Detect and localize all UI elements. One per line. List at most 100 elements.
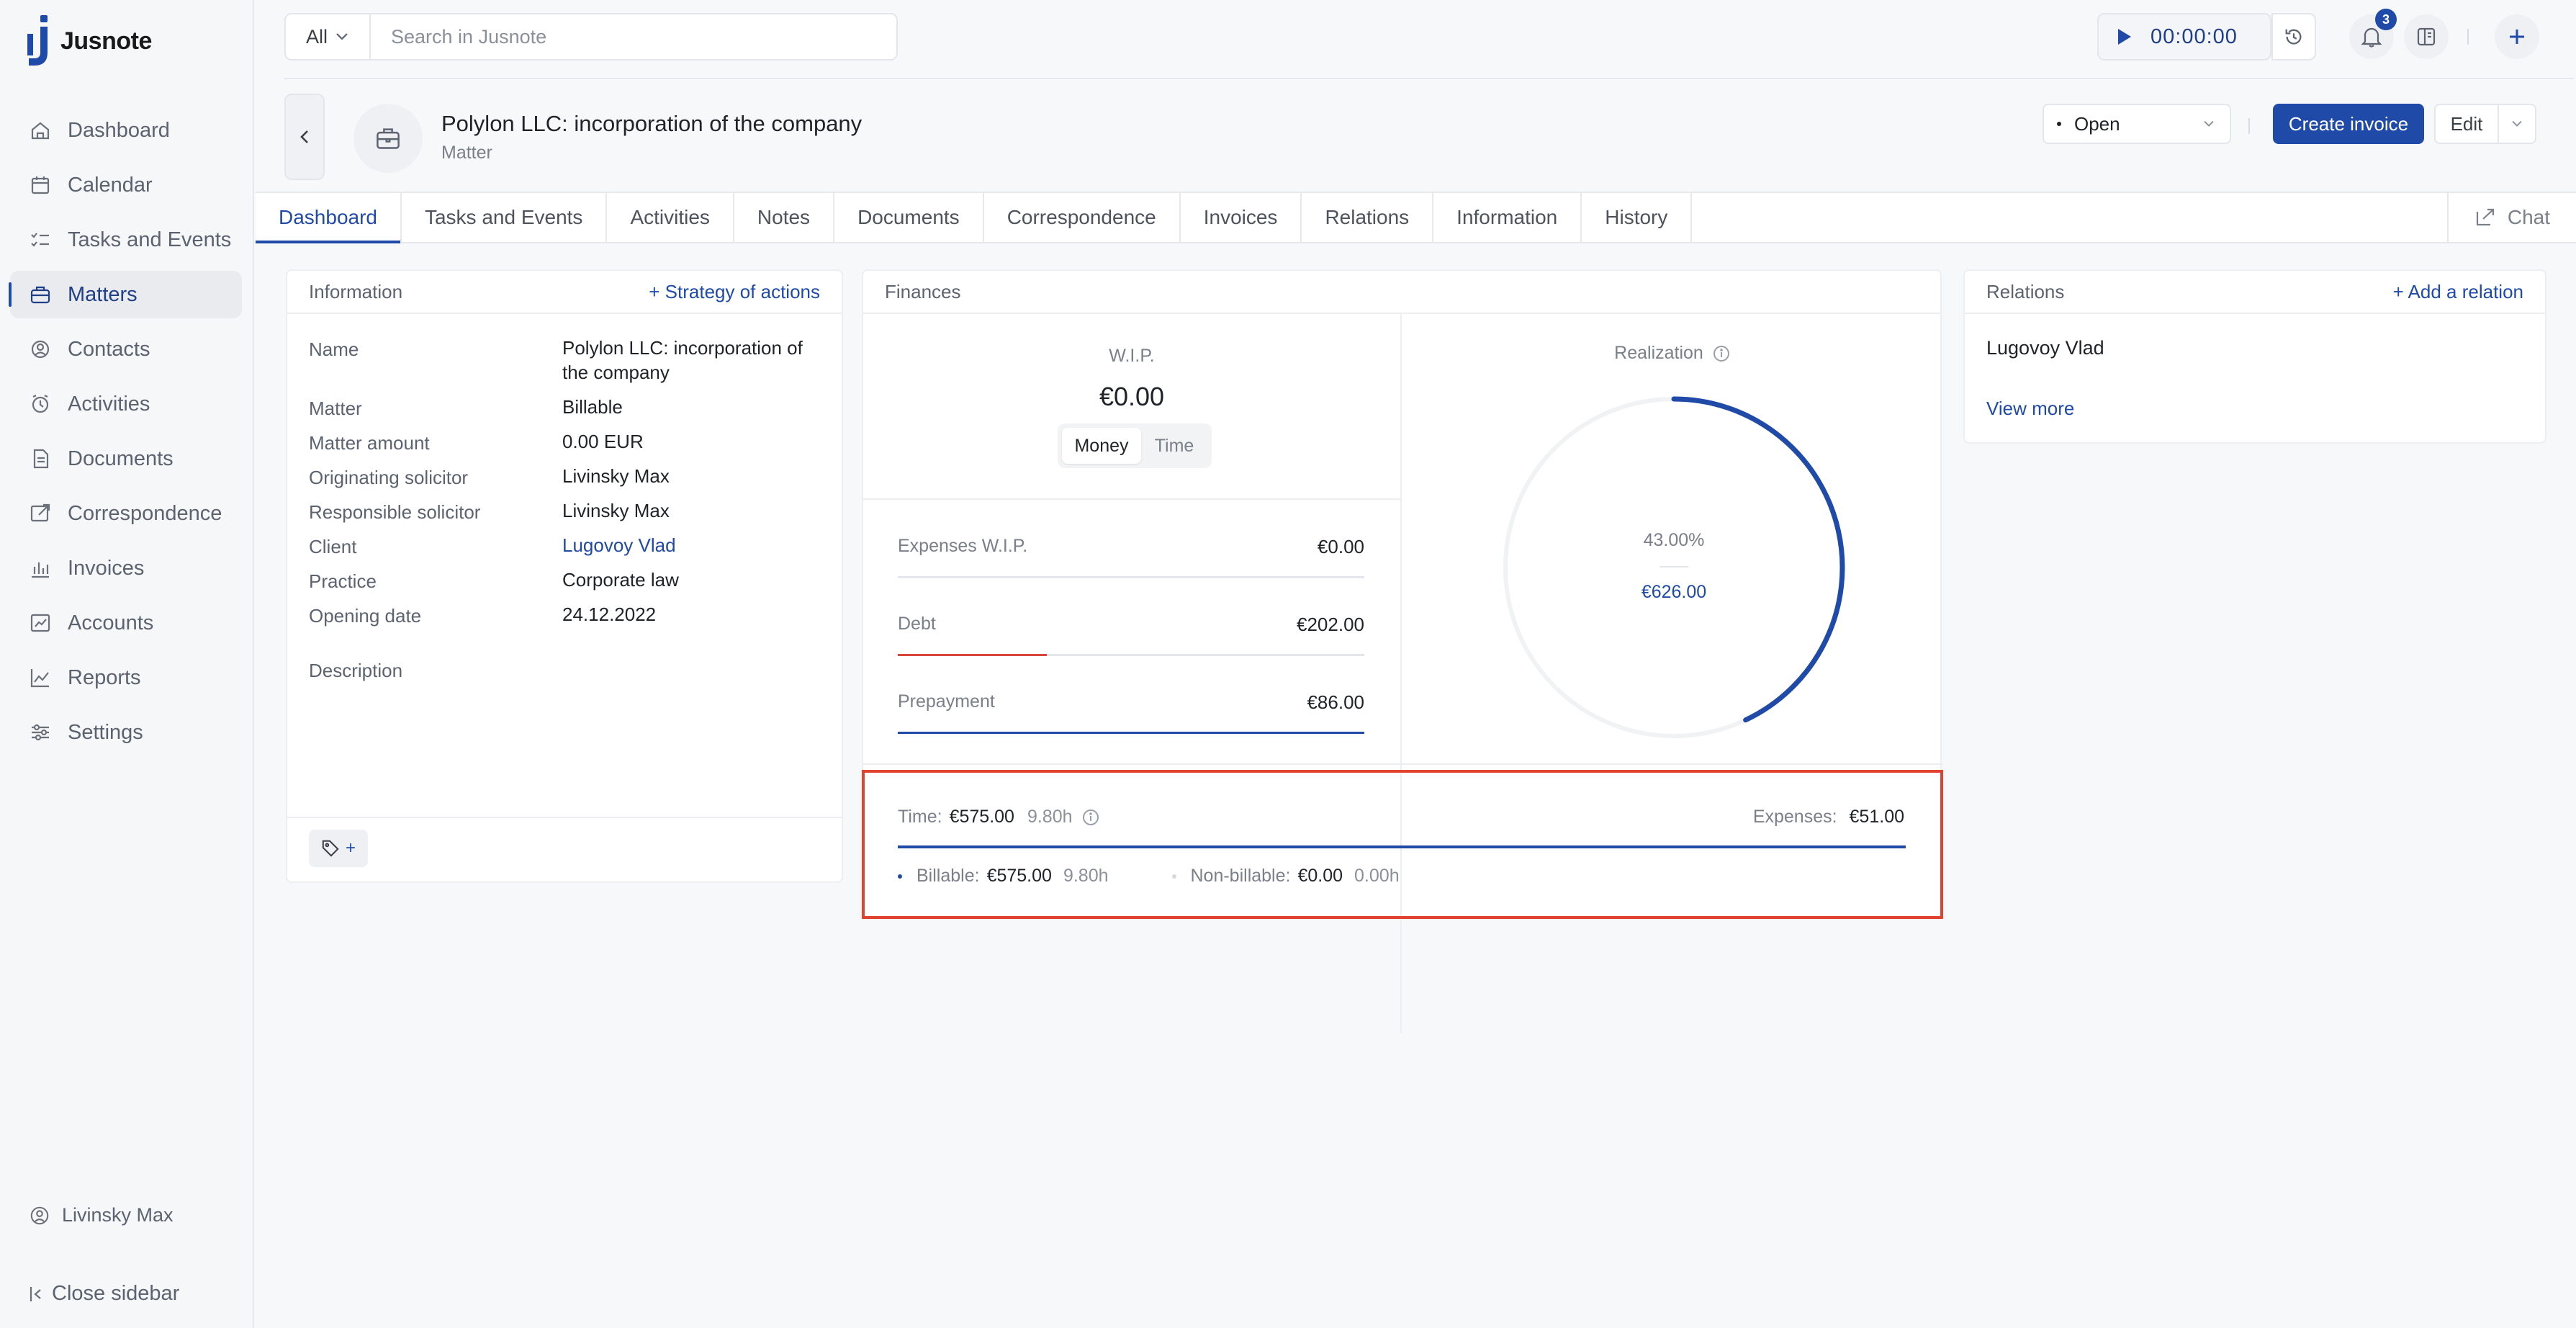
sidebar-item-label: Correspondence (68, 501, 222, 525)
edit-dropdown-button[interactable] (2499, 120, 2535, 128)
matter-tabs: Dashboard Tasks and Events Activities No… (256, 192, 2576, 243)
sidebar-item-correspondence[interactable]: Correspondence (10, 490, 242, 537)
clock-icon (32, 395, 49, 413)
search-scope-value: All (305, 25, 328, 48)
sidebar-item-contacts[interactable]: Contacts (10, 326, 242, 373)
sidebar-item-reports[interactable]: Reports (10, 654, 242, 701)
wip-label: W.I.P. (1109, 346, 1155, 366)
jusnote-logo-icon (27, 15, 48, 66)
tab-relations[interactable]: Relations (1302, 193, 1434, 242)
info-value-client-link[interactable]: Lugovoy Vlad (562, 533, 821, 557)
strategy-of-actions-link[interactable]: + Strategy of actions (649, 281, 820, 303)
matter-avatar (353, 104, 423, 173)
tab-history[interactable]: History (1582, 193, 1693, 242)
sidebar-item-invoices[interactable]: Invoices (10, 544, 242, 592)
notifications-button[interactable]: 3 (2349, 9, 2397, 59)
timer-history-button[interactable] (2271, 13, 2316, 60)
collapse-icon (30, 1286, 41, 1301)
sidebar-item-accounts[interactable]: Accounts (10, 599, 242, 647)
user-name: Livinsky Max (62, 1204, 174, 1226)
sidebar-item-documents[interactable]: Documents (10, 435, 242, 483)
status-dot (2057, 122, 2061, 126)
information-divider (287, 817, 842, 818)
chevron-down-icon (2512, 120, 2522, 127)
debt-label: Debt (898, 614, 936, 634)
sidebar-item-label: Invoices (68, 556, 145, 580)
chevron-down-icon (2204, 120, 2214, 127)
wip-mode-toggle: Money Time (1058, 423, 1212, 468)
prepayment-bar-fill (898, 732, 1364, 734)
side-panel-button[interactable] (2404, 14, 2449, 59)
information-title: Information (309, 280, 403, 302)
sidebar-item-calendar[interactable]: Calendar (10, 161, 242, 209)
expenses-wip-bar (898, 576, 1364, 578)
tab-invoices[interactable]: Invoices (1181, 193, 1302, 242)
info-value-responsible-solicitor: Livinsky Max (562, 500, 670, 521)
back-button[interactable] (284, 94, 325, 180)
information-header: Information + Strategy of actions (287, 271, 842, 314)
document-icon (33, 449, 49, 469)
tab-correspondence[interactable]: Correspondence (984, 193, 1181, 242)
edit-button[interactable]: Edit (2436, 105, 2499, 143)
finance-row-prepayment: Prepayment €86.00 (898, 691, 1364, 720)
sidebar-item-label: Calendar (68, 173, 153, 197)
sidebar-item-matters[interactable]: Matters (9, 271, 242, 318)
info-label-name: Name (309, 338, 359, 360)
sidebar-nav: Dashboard Calendar Tasks and Events Matt… (9, 107, 242, 763)
close-sidebar-button[interactable]: Close sidebar (29, 1282, 179, 1306)
tab-information[interactable]: Information (1433, 193, 1582, 242)
debt-value: €202.00 (1297, 614, 1364, 635)
sidebar-item-settings[interactable]: Settings (10, 709, 242, 756)
tab-activities[interactable]: Activities (607, 193, 734, 242)
view-more-link[interactable]: View more (1986, 398, 2074, 420)
accounts-icon (30, 614, 50, 632)
realization-header: Realization (1402, 343, 1943, 364)
add-tag-button[interactable]: + (309, 830, 368, 867)
timer-widget: 00:00:00 (2097, 13, 2271, 60)
edit-button-group: Edit (2434, 104, 2536, 144)
prepayment-label: Prepayment (898, 691, 995, 712)
relation-item[interactable]: Lugovoy Vlad (1986, 337, 2104, 359)
app-logo[interactable]: Jusnote (26, 14, 152, 68)
plus-icon (2510, 30, 2524, 44)
sidebar: Jusnote Dashboard Calendar Tasks and Eve… (0, 0, 254, 1328)
sidebar-user[interactable]: Livinsky Max (29, 1204, 174, 1226)
status-select[interactable]: Open (2043, 104, 2231, 144)
tab-tasks-and-events[interactable]: Tasks and Events (402, 193, 608, 242)
relations-title: Relations (1986, 280, 2065, 302)
sidebar-item-dashboard[interactable]: Dashboard (10, 107, 242, 154)
chat-button[interactable]: Chat (2446, 193, 2550, 242)
sidebar-item-tasks[interactable]: Tasks and Events (10, 216, 242, 264)
tab-documents[interactable]: Documents (834, 193, 984, 242)
toggle-time[interactable]: Time (1141, 436, 1207, 457)
debt-bar-fill (898, 654, 1048, 656)
description-label: Description (309, 660, 403, 681)
tab-notes[interactable]: Notes (734, 193, 835, 242)
tab-dashboard[interactable]: Dashboard (256, 193, 402, 243)
realization-label: Realization (1614, 343, 1703, 363)
info-icon[interactable] (1712, 344, 1731, 363)
highlight-box (862, 770, 1943, 919)
correspondence-icon (30, 503, 50, 522)
quick-add-button[interactable] (2495, 14, 2539, 59)
page-subtitle: Matter (441, 143, 492, 163)
realization-percent: 43.00% (1643, 530, 1705, 550)
info-label-opening-date: Opening date (309, 605, 422, 627)
sidebar-item-activities[interactable]: Activities (10, 380, 242, 428)
history-icon (2285, 29, 2302, 45)
prepayment-bar (898, 732, 1364, 734)
info-label-client: Client (309, 536, 357, 557)
info-label-practice: Practice (309, 570, 377, 592)
tag-icon (322, 840, 339, 857)
timer-play-button[interactable] (2099, 27, 2151, 46)
create-invoice-button[interactable]: Create invoice (2273, 104, 2424, 144)
search-input[interactable] (371, 14, 896, 59)
toggle-money[interactable]: Money (1062, 428, 1141, 464)
expenses-wip-label: Expenses W.I.P. (898, 536, 1028, 556)
relations-header: Relations + Add a relation (1965, 271, 2545, 314)
finances-title: Finances (885, 280, 961, 302)
search-scope-select[interactable]: All (286, 14, 371, 59)
add-relation-link[interactable]: + Add a relation (2393, 281, 2523, 303)
panel-icon (2417, 27, 2436, 46)
info-label-matter: Matter (309, 398, 362, 419)
